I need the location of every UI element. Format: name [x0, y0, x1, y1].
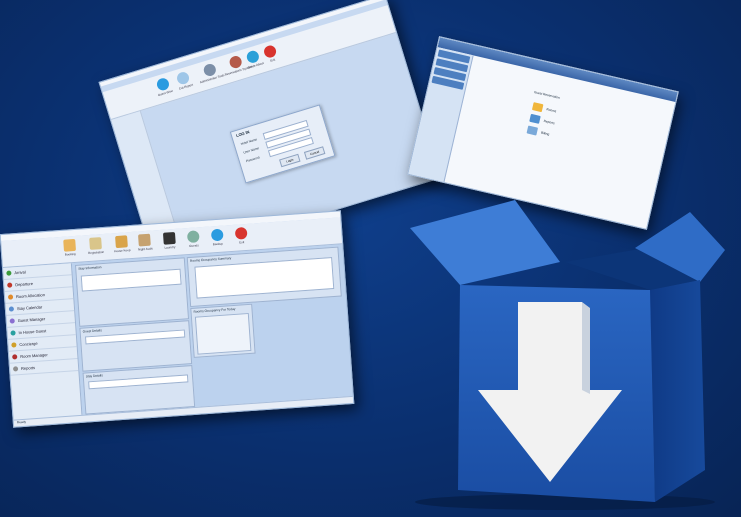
registration-button[interactable]: Registration	[87, 237, 104, 255]
in-house-icon	[10, 330, 16, 336]
stay-table	[80, 268, 182, 292]
menu-heading: Guest Reservation	[533, 89, 561, 100]
report-icon	[529, 113, 541, 124]
registration-icon	[89, 237, 102, 250]
room-manager-icon	[12, 354, 18, 360]
backup-button[interactable]: Backup	[210, 228, 224, 247]
arrival-icon	[6, 270, 12, 276]
calendar-icon	[8, 306, 15, 312]
menu-item-rooms[interactable]: Rooms	[531, 102, 557, 115]
booking-icon	[63, 238, 77, 252]
cancel-button[interactable]: Cancel	[303, 146, 326, 160]
booking-button[interactable]: Booking	[63, 238, 77, 257]
occupancy-chart	[194, 257, 335, 299]
box-side	[650, 280, 705, 502]
login-dialog: LOG IN Hotel Name User Name Password Log…	[229, 104, 336, 184]
reports-icon	[12, 366, 19, 372]
login-button[interactable]: Login	[279, 153, 301, 168]
allocation-icon	[7, 294, 14, 300]
house-keep-button[interactable]: House Keep	[113, 235, 131, 253]
exit-button[interactable]: Exit	[234, 226, 248, 245]
dashboard-screenshot: Booking Registration House Keep Night Au…	[0, 210, 355, 428]
audit-icon	[138, 233, 152, 247]
arrow-shade	[582, 302, 590, 394]
guest-manager-icon	[9, 318, 15, 324]
billing-icon	[526, 125, 539, 136]
download-box-icon	[410, 200, 725, 510]
menu-item-billing[interactable]: Billing	[526, 125, 551, 139]
departure-icon	[7, 282, 13, 288]
folder-icon	[531, 102, 544, 113]
occupancy-today-list	[194, 312, 252, 355]
left-flap	[410, 200, 560, 285]
housekeeping-icon	[115, 235, 129, 249]
exit-button[interactable]: Exit	[262, 44, 279, 64]
cat-report-button[interactable]: Cat Report	[175, 70, 193, 91]
navigation-sidebar: Arrival Departure Room Allocation Stay C…	[3, 263, 83, 421]
night-audit-button[interactable]: Night Audit	[137, 233, 153, 252]
laundry-button[interactable]: Laundry	[162, 231, 176, 250]
guide-about-button[interactable]: Guide About	[243, 49, 264, 70]
occupancy-summary-panel: Rooms Occupancy Summary	[186, 246, 342, 308]
guests-button[interactable]: Guests	[186, 230, 200, 248]
power-icon	[262, 44, 278, 60]
guest-details-panel: Guest Details	[79, 320, 193, 372]
guest-wise-button[interactable]: Guest Wise	[154, 76, 173, 97]
occupancy-today-panel: Rooms Occupancy For Today	[190, 303, 256, 358]
laundry-icon	[162, 231, 176, 245]
backup-icon	[210, 228, 224, 242]
menu-item-reports[interactable]: Reports	[529, 113, 555, 127]
ribbon-toolbar: Guest Wise Cat Report Administrator Tool…	[102, 5, 397, 121]
stay-information-panel: Stay Information	[74, 257, 190, 327]
top-bar	[437, 37, 678, 102]
guests-icon	[186, 230, 200, 244]
power-icon	[234, 226, 248, 240]
admin-tools-button[interactable]: Administrator Tools	[196, 61, 225, 84]
concierge-icon	[11, 342, 17, 348]
